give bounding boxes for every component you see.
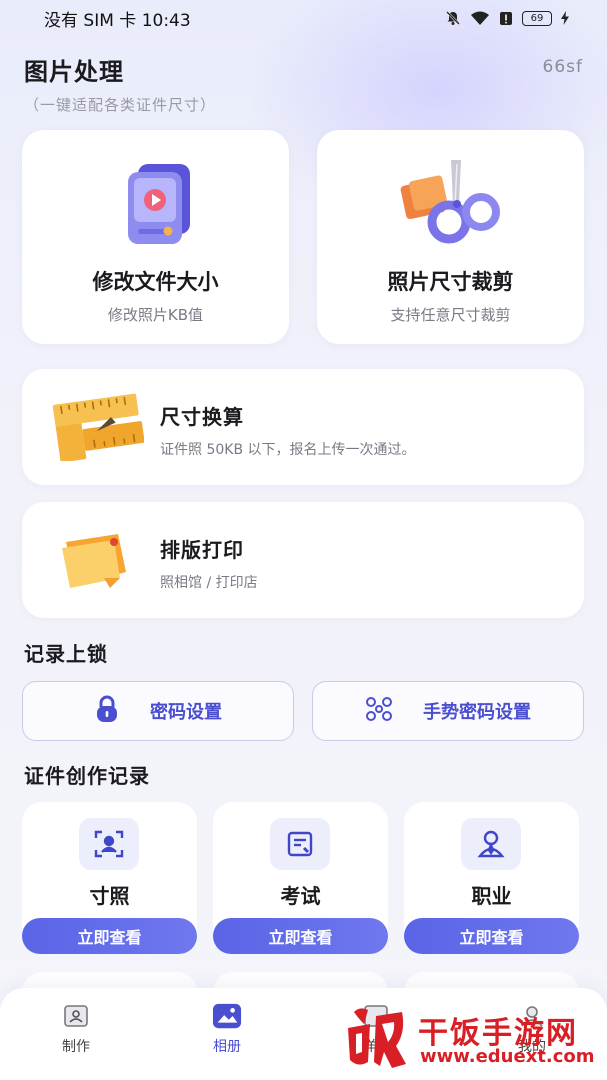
record-card-photo[interactable]: 寸照 立即查看 — [22, 802, 197, 954]
view-now-button[interactable]: 立即查看 — [404, 918, 579, 954]
gesture-password-button[interactable]: 手势密码设置 — [312, 681, 584, 741]
card-subtitle: 照相馆 / 打印店 — [160, 575, 258, 591]
page-title: 图片处理 — [24, 58, 124, 86]
album-icon — [212, 1002, 242, 1030]
status-bar: 没有 SIM 卡 10:43 69 — [0, 0, 607, 36]
record-card-exam[interactable]: 考试 立即查看 — [213, 802, 388, 954]
gesture-password-label: 手势密码设置 — [423, 702, 531, 723]
card-subtitle: 修改照片KB值 — [107, 306, 204, 324]
card-title: 排版打印 — [160, 538, 244, 562]
battery-icon: 69 — [522, 10, 552, 26]
gesture-grid-icon — [365, 696, 393, 727]
card-title: 修改文件大小 — [92, 270, 219, 294]
exam-doc-icon — [270, 818, 330, 870]
view-now-button[interactable]: 立即查看 — [213, 918, 388, 954]
nav-label: 相册 — [213, 1039, 241, 1055]
card-title: 照片尺寸裁剪 — [387, 270, 514, 294]
record-label: 职业 — [471, 884, 512, 908]
status-icons: 69 — [445, 10, 569, 26]
card-title: 尺寸换算 — [160, 405, 244, 429]
nav-label: 制作 — [62, 1039, 90, 1055]
record-label: 寸照 — [89, 884, 130, 908]
watermark-url: www.eduext.com — [420, 1046, 595, 1067]
size-convert-card[interactable]: 尺寸换算 证件照 50KB 以下，报名上传一次通过。 — [22, 369, 584, 485]
watermark-logo-icon — [340, 1002, 412, 1078]
card-subtitle: 支持任意尺寸裁剪 — [390, 306, 511, 324]
password-setting-button[interactable]: 密码设置 — [22, 681, 294, 741]
scissors-icon — [399, 156, 503, 256]
professional-icon — [461, 818, 521, 870]
phone-video-icon — [110, 154, 206, 254]
layout-print-card[interactable]: 排版打印 照相馆 / 打印店 — [22, 502, 584, 618]
carrier-text: 没有 SIM 卡 — [44, 10, 137, 31]
record-label: 考试 — [280, 884, 321, 908]
page-subtitle: （一键适配各类证件尺寸） — [24, 96, 217, 114]
portrait-frame-icon — [79, 818, 139, 870]
nav-item-make[interactable]: 制作 — [26, 1002, 126, 1056]
crop-photo-card[interactable]: 照片尺寸裁剪 支持任意尺寸裁剪 — [317, 130, 584, 344]
resize-file-card[interactable]: 修改文件大小 修改照片KB值 — [22, 130, 289, 344]
nav-item-album[interactable]: 相册 — [177, 1002, 277, 1056]
password-setting-label: 密码设置 — [150, 702, 222, 723]
charging-icon — [561, 11, 569, 25]
watermark: 干饭手游网 www.eduext.com — [338, 998, 600, 1078]
lock-section-title: 记录上锁 — [24, 642, 108, 666]
sticky-note-icon — [52, 528, 132, 596]
wifi-icon — [470, 11, 490, 26]
ruler-icon — [52, 391, 145, 465]
user-code: 66sf — [542, 57, 583, 77]
record-card-career[interactable]: 职业 立即查看 — [404, 802, 579, 954]
id-card-icon — [61, 1002, 91, 1030]
clock-text: 10:43 — [141, 10, 191, 31]
alert-icon — [499, 11, 513, 26]
status-left: 没有 SIM 卡 10:43 — [44, 6, 191, 31]
lock-icon — [94, 695, 120, 728]
records-section-title: 证件创作记录 — [24, 764, 150, 788]
card-subtitle: 证件照 50KB 以下，报名上传一次通过。 — [160, 442, 416, 458]
mute-bell-icon — [445, 10, 461, 26]
view-now-button[interactable]: 立即查看 — [22, 918, 197, 954]
